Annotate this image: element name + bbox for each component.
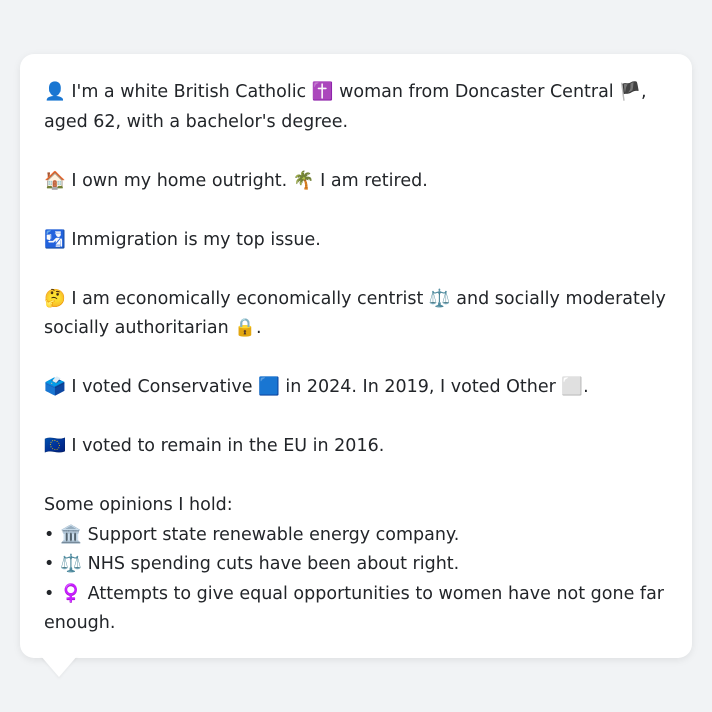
bullet-dot: •	[44, 583, 55, 604]
opinions-list: • 🏛️ Support state renewable energy compa…	[44, 521, 668, 639]
housing-employment-text: 🏠 I own my home outright. 🌴 I am retired…	[44, 170, 428, 191]
opinion-item: • ⚖️ NHS spending cuts have been about ri…	[44, 550, 668, 580]
eu-referendum-text: 🇪🇺 I voted to remain in the EU in 2016.	[44, 436, 385, 456]
bubble-tail	[40, 655, 78, 677]
bullet-dot: •	[44, 554, 55, 574]
identity-text: 👤 I'm a white British Catholic ✝️ woman …	[44, 82, 647, 132]
voting-history-text: 🗳️ I voted Conservative 🟦 in 2024. In 20…	[44, 377, 589, 397]
opinion-text: ⚖️ NHS spending cuts have been about rig…	[60, 554, 460, 574]
persona-message-bubble: 👤 I'm a white British Catholic ✝️ woman …	[20, 54, 692, 658]
opinions-heading: Some opinions I hold:	[44, 495, 233, 515]
opinion-text: ♀️ Attempts to give equal opportunities …	[44, 583, 664, 634]
opinion-item: • 🏛️ Support state renewable energy compa…	[44, 521, 668, 551]
bullet-dot: •	[44, 524, 55, 545]
opinion-text: 🏛️ Support state renewable energy compan…	[60, 524, 460, 545]
top-issue-text: 🛂 Immigration is my top issue.	[44, 229, 321, 250]
opinion-item: • ♀️ Attempts to give equal opportunities…	[44, 580, 668, 639]
political-position-text: 🤔 I am economically economically centris…	[44, 288, 666, 339]
